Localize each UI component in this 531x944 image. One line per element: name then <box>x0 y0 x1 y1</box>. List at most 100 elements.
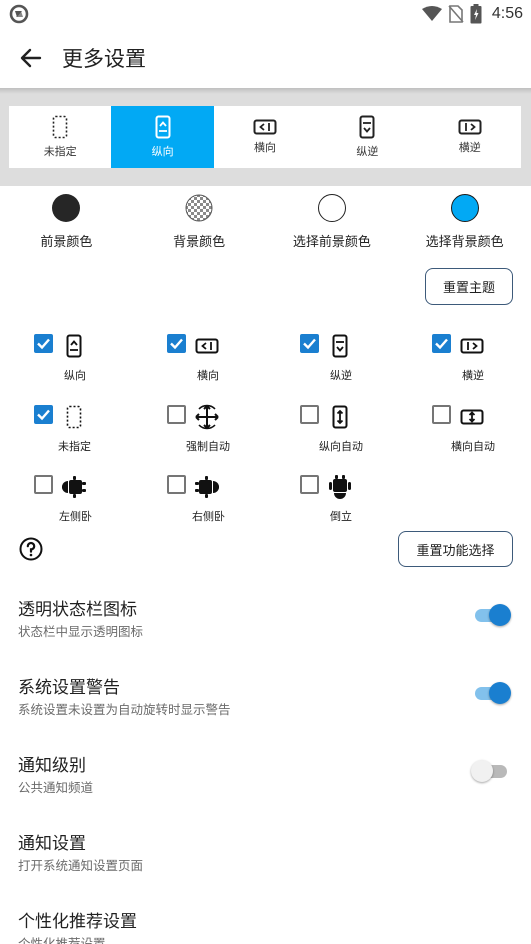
check-icon <box>170 338 183 350</box>
app-notification-icon <box>9 4 29 24</box>
function-label: 右侧卧 <box>192 510 225 523</box>
function-label: 横向 <box>197 369 219 382</box>
selected-foreground-color-label: 选择前景颜色 <box>292 235 371 250</box>
reverse-portrait-icon <box>359 115 375 139</box>
function-reverse-portrait[interactable]: 纵逆 <box>300 330 432 390</box>
portrait-auto-icon <box>326 403 354 431</box>
function-label: 强制自动 <box>186 440 230 453</box>
checkbox[interactable] <box>432 334 451 353</box>
landscape-phone-icon <box>253 119 277 135</box>
setting-title: 个性化推荐设置 <box>18 912 137 932</box>
background-color[interactable]: 背景颜色 <box>133 190 266 250</box>
function-label: 未指定 <box>58 440 91 453</box>
checkbox[interactable] <box>167 334 186 353</box>
orientation-selector-band: 未指定 纵向 横向 纵逆 横逆 <box>0 88 531 186</box>
battery-icon <box>470 4 482 24</box>
foreground-color[interactable]: 前景颜色 <box>0 190 133 250</box>
check-icon <box>37 409 50 421</box>
orientation-tab-reverse-landscape[interactable]: 横逆 <box>419 106 521 168</box>
reset-functions-button[interactable]: 重置功能选择 <box>398 531 513 567</box>
function-label: 倒立 <box>330 510 352 523</box>
reverse-landscape-icon <box>458 119 482 135</box>
function-label: 纵向 <box>64 369 86 382</box>
function-label: 横逆 <box>462 369 484 382</box>
function-upside-down[interactable]: 倒立 <box>300 471 432 531</box>
orientation-tab-portrait[interactable]: 纵向 <box>111 106 214 168</box>
setting-title: 通知设置 <box>18 834 86 854</box>
function-lie-right[interactable]: 右侧卧 <box>167 471 299 531</box>
check-icon <box>37 338 50 350</box>
setting-subtitle: 个性化推荐设置 <box>18 936 106 944</box>
reset-theme-button[interactable]: 重置主题 <box>425 268 513 305</box>
setting-notification-settings[interactable]: 通知设置 打开系统通知设置页面 <box>0 819 531 897</box>
background-color-label: 背景颜色 <box>173 235 226 250</box>
orientation-tab-label: 横逆 <box>458 141 481 154</box>
foreground-color-label: 前景颜色 <box>40 235 93 250</box>
portrait-phone-icon <box>60 332 88 360</box>
function-lie-left[interactable]: 左侧卧 <box>34 471 166 531</box>
page-title: 更多设置 <box>62 47 146 71</box>
function-label: 纵向自动 <box>319 440 363 453</box>
orientation-tab-reverse-portrait[interactable]: 纵逆 <box>316 106 418 168</box>
check-icon <box>435 338 448 350</box>
background-color-swatch[interactable] <box>185 194 213 222</box>
selected-background-color-label: 选择背景颜色 <box>425 235 504 250</box>
selected-background-color[interactable]: 选择背景颜色 <box>398 190 531 250</box>
phone-dotted-icon <box>60 403 88 431</box>
orientation-tab-label: 未指定 <box>43 145 77 158</box>
portrait-phone-icon <box>155 115 171 139</box>
theme-colors: 前景颜色 背景颜色 选择前景颜色 选择背景颜色 <box>0 190 531 250</box>
selected-foreground-color[interactable]: 选择前景颜色 <box>266 190 399 250</box>
notification-level-toggle[interactable] <box>471 760 509 782</box>
function-landscape-auto[interactable]: 横向自动 <box>432 401 531 461</box>
function-label: 横向自动 <box>451 440 495 453</box>
orientation-tab-unspecified[interactable]: 未指定 <box>9 106 111 168</box>
checkbox[interactable] <box>432 405 451 424</box>
setting-title: 透明状态栏图标 <box>18 600 137 620</box>
checkbox[interactable] <box>34 405 53 424</box>
orientation-tab-label: 纵逆 <box>356 145 379 158</box>
phone-dotted-icon <box>52 115 68 139</box>
setting-title: 系统设置警告 <box>18 678 120 698</box>
function-portrait[interactable]: 纵向 <box>34 330 166 390</box>
orientation-tab-landscape[interactable]: 横向 <box>214 106 316 168</box>
checkbox[interactable] <box>167 405 186 424</box>
setting-system-warning[interactable]: 系统设置警告 系统设置未设置为自动旋转时显示警告 <box>0 663 531 741</box>
function-label: 纵逆 <box>330 369 352 382</box>
function-reverse-landscape[interactable]: 横逆 <box>432 330 531 390</box>
app-bar: 更多设置 <box>0 28 531 88</box>
transparent-status-icon-toggle[interactable] <box>473 604 511 626</box>
function-unspecified[interactable]: 未指定 <box>34 401 166 461</box>
function-landscape[interactable]: 横向 <box>167 330 299 390</box>
help-icon[interactable] <box>19 537 43 561</box>
function-portrait-auto[interactable]: 纵向自动 <box>300 401 432 461</box>
orientation-selector: 未指定 纵向 横向 纵逆 横逆 <box>9 106 521 168</box>
setting-personalized-recommendation[interactable]: 个性化推荐设置 个性化推荐设置 <box>0 897 531 944</box>
checkbox[interactable] <box>34 334 53 353</box>
rotate-all-icon <box>193 403 221 431</box>
checkbox[interactable] <box>167 475 186 494</box>
setting-transparent-status-icon[interactable]: 透明状态栏图标 状态栏中显示透明图标 <box>0 585 531 663</box>
setting-subtitle: 打开系统通知设置页面 <box>18 858 144 873</box>
status-time: 4:56 <box>491 5 523 22</box>
android-lie-left-icon <box>60 473 88 501</box>
checkbox[interactable] <box>300 475 319 494</box>
checkbox[interactable] <box>300 334 319 353</box>
setting-subtitle: 状态栏中显示透明图标 <box>18 624 144 639</box>
system-warning-toggle[interactable] <box>473 682 511 704</box>
landscape-phone-icon <box>193 332 221 360</box>
checkbox[interactable] <box>300 405 319 424</box>
selected-foreground-color-swatch[interactable] <box>317 194 346 222</box>
orientation-tab-label: 纵向 <box>151 145 174 158</box>
arrow-back-icon <box>20 48 42 68</box>
selected-background-color-swatch[interactable] <box>450 194 479 222</box>
reverse-landscape-icon <box>458 332 486 360</box>
setting-notification-level[interactable]: 通知级别 公共通知频道 <box>0 741 531 819</box>
function-force-auto[interactable]: 强制自动 <box>167 401 299 461</box>
foreground-color-swatch[interactable] <box>52 194 81 222</box>
back-button[interactable] <box>0 28 62 88</box>
checkbox[interactable] <box>34 475 53 494</box>
reverse-portrait-icon <box>326 332 354 360</box>
no-sim-icon <box>448 5 464 23</box>
orientation-tab-label: 横向 <box>253 141 276 154</box>
